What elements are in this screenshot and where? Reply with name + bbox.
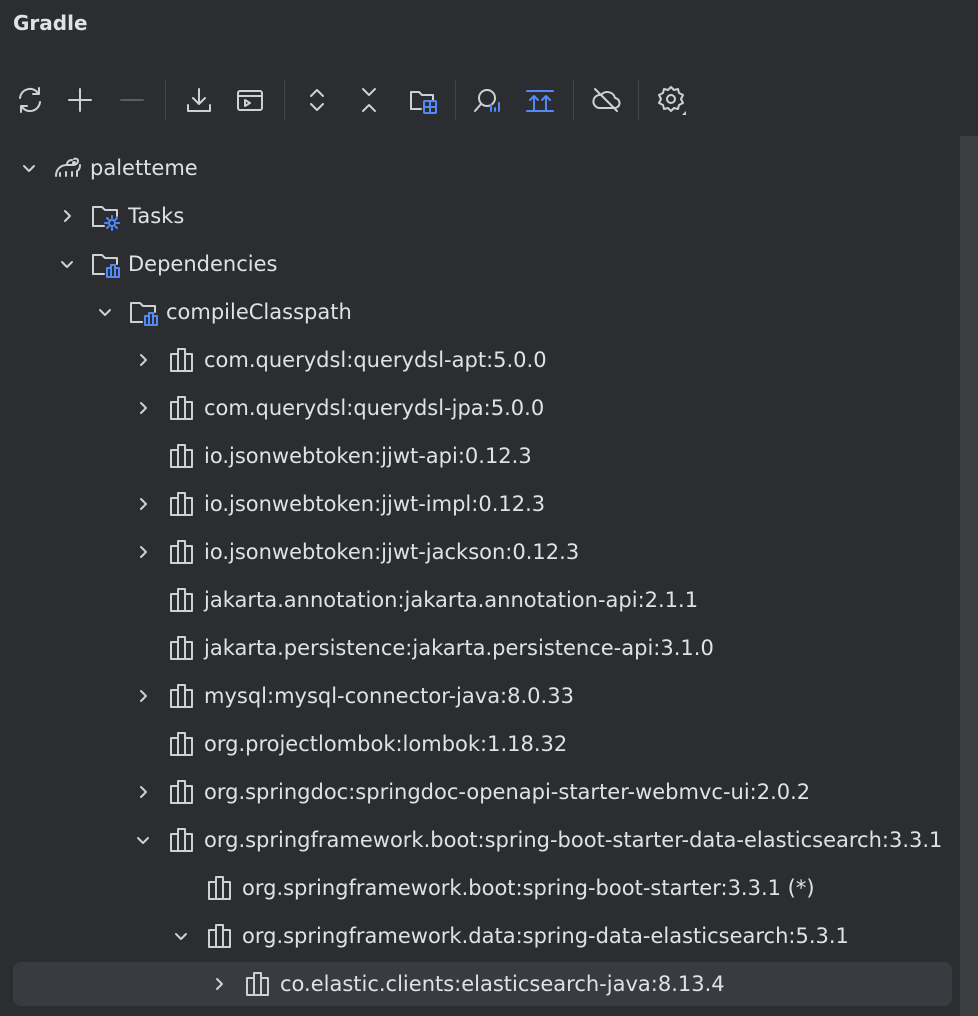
offline-mode-icon[interactable]	[586, 78, 626, 122]
tree-node-label: io.jsonwebtoken:jjwt-api:0.12.3	[204, 444, 532, 468]
chevron-right-icon[interactable]	[132, 349, 154, 371]
tree-node[interactable]: org.springdoc:springdoc-openapi-starter-…	[0, 770, 960, 814]
tree-node-label: org.springframework.boot:spring-boot-sta…	[242, 876, 815, 900]
add-icon[interactable]	[60, 78, 100, 122]
toggle-offline-up-icon[interactable]	[520, 78, 560, 122]
analyze-dependencies-icon[interactable]	[466, 78, 506, 122]
tree-node-label: mysql:mysql-connector-java:8.0.33	[204, 684, 574, 708]
tree-node[interactable]: jakarta.annotation:jakarta.annotation-ap…	[0, 578, 960, 622]
library-icon	[166, 728, 198, 760]
tree-node[interactable]: org.springframework.boot:spring-boot-sta…	[0, 866, 960, 910]
library-icon	[204, 872, 236, 904]
chevron-placeholder	[132, 445, 154, 467]
chevron-down-icon[interactable]	[56, 253, 78, 275]
toolbar-separator	[573, 80, 574, 120]
tree-node-label: co.elastic.clients:elasticsearch-java:8.…	[280, 972, 725, 996]
tree-node[interactable]: compileClasspath	[0, 290, 960, 334]
dependencies-folder-icon	[128, 296, 160, 328]
tasks-folder-icon	[90, 200, 122, 232]
tree-node[interactable]: jakarta.persistence:jakarta.persistence-…	[0, 626, 960, 670]
tree-node-label: jakarta.persistence:jakarta.persistence-…	[204, 636, 714, 660]
tree-node[interactable]: co.elastic.clients:elasticsearch-java:8.…	[13, 962, 952, 1006]
tree-node-label: Dependencies	[128, 252, 278, 276]
chevron-placeholder	[132, 589, 154, 611]
library-icon	[166, 488, 198, 520]
library-icon	[242, 968, 274, 1000]
library-icon	[166, 584, 198, 616]
tree-node-label: compileClasspath	[166, 300, 352, 324]
chevron-right-icon[interactable]	[56, 205, 78, 227]
expand-all-icon[interactable]	[297, 78, 337, 122]
tree-node-label: org.springframework.boot:spring-boot-sta…	[204, 828, 943, 852]
tree-node[interactable]: mysql:mysql-connector-java:8.0.33	[0, 674, 960, 718]
chevron-placeholder	[132, 637, 154, 659]
execute-task-icon[interactable]	[230, 78, 270, 122]
tree-node[interactable]: io.jsonwebtoken:jjwt-api:0.12.3	[0, 434, 960, 478]
chevron-right-icon[interactable]	[132, 781, 154, 803]
tree-node-label: com.querydsl:querydsl-apt:5.0.0	[204, 348, 547, 372]
toolbar	[0, 78, 978, 122]
toolbar-separator	[638, 80, 639, 120]
tree-node-label: jakarta.annotation:jakarta.annotation-ap…	[204, 588, 699, 612]
library-icon	[166, 536, 198, 568]
chevron-right-icon[interactable]	[132, 397, 154, 419]
chevron-placeholder	[170, 877, 192, 899]
library-icon	[166, 776, 198, 808]
tree-node[interactable]: io.jsonwebtoken:jjwt-impl:0.12.3	[0, 482, 960, 526]
library-icon	[166, 344, 198, 376]
chevron-down-icon[interactable]	[170, 925, 192, 947]
toolbar-separator	[455, 80, 456, 120]
tree-node-label: io.jsonwebtoken:jjwt-jackson:0.12.3	[204, 540, 580, 564]
vertical-scrollbar[interactable]	[960, 136, 978, 1016]
settings-icon[interactable]	[652, 78, 692, 122]
tree-node[interactable]: io.jsonwebtoken:jjwt-jackson:0.12.3	[0, 530, 960, 574]
tree-node-label: Tasks	[128, 204, 185, 228]
tree-node[interactable]: com.querydsl:querydsl-apt:5.0.0	[0, 338, 960, 382]
gradle-elephant-icon	[52, 152, 84, 184]
chevron-down-icon[interactable]	[132, 829, 154, 851]
reload-icon[interactable]	[10, 78, 50, 122]
collapse-all-icon[interactable]	[349, 78, 389, 122]
chevron-down-icon[interactable]	[18, 157, 40, 179]
tree-node-label: org.springdoc:springdoc-openapi-starter-…	[204, 780, 811, 804]
library-icon	[166, 632, 198, 664]
tree-node-label: com.querydsl:querydsl-jpa:5.0.0	[204, 396, 545, 420]
tree-node[interactable]: com.querydsl:querydsl-jpa:5.0.0	[0, 386, 960, 430]
library-icon	[166, 440, 198, 472]
chevron-right-icon[interactable]	[132, 493, 154, 515]
chevron-down-icon[interactable]	[94, 301, 116, 323]
download-sources-icon[interactable]	[179, 78, 219, 122]
group-modules-icon[interactable]	[403, 78, 443, 122]
tree-node[interactable]: org.springframework.data:spring-data-ela…	[0, 914, 960, 958]
toolbar-separator	[284, 80, 285, 120]
tree-node-label: paletteme	[90, 156, 198, 180]
panel-title: Gradle	[13, 11, 88, 35]
tree-node[interactable]: Tasks	[0, 194, 960, 238]
remove-icon[interactable]	[112, 78, 152, 122]
chevron-placeholder	[132, 733, 154, 755]
tree-node[interactable]: org.projectlombok:lombok:1.18.32	[0, 722, 960, 766]
tree-node-label: io.jsonwebtoken:jjwt-impl:0.12.3	[204, 492, 546, 516]
library-icon	[204, 920, 236, 952]
chevron-right-icon[interactable]	[132, 685, 154, 707]
tree-node[interactable]: org.springframework.boot:spring-boot-sta…	[0, 818, 960, 862]
tree-node-label: org.springframework.data:spring-data-ela…	[242, 924, 849, 948]
tree-node[interactable]: Dependencies	[0, 242, 960, 286]
tree-node-label: org.projectlombok:lombok:1.18.32	[204, 732, 568, 756]
library-icon	[166, 824, 198, 856]
library-icon	[166, 680, 198, 712]
tree-node[interactable]: paletteme	[0, 146, 960, 190]
library-icon	[166, 392, 198, 424]
toolbar-separator	[165, 80, 166, 120]
chevron-right-icon[interactable]	[208, 973, 230, 995]
dependencies-folder-icon	[90, 248, 122, 280]
chevron-right-icon[interactable]	[132, 541, 154, 563]
